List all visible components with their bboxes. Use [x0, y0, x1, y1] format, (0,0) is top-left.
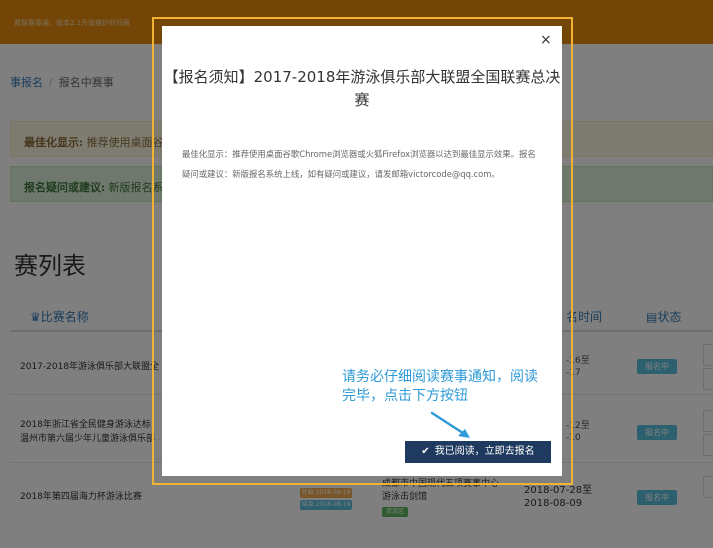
confirm-register-label: 我已阅读，立即去报名: [434, 446, 535, 457]
confirm-register-button[interactable]: ✔ 我已阅读，立即去报名: [405, 441, 551, 463]
registration-notice-modal: × 【报名须知】2017-2018年游泳俱乐部大联盟全国联赛总决赛 最佳化显示：…: [162, 26, 562, 476]
modal-title: 【报名须知】2017-2018年游泳俱乐部大联盟全国联赛总决赛: [163, 68, 561, 109]
close-icon[interactable]: ×: [540, 33, 552, 47]
hint-arrow-icon: [430, 411, 470, 438]
check-icon: ✔: [421, 446, 430, 457]
modal-body-text: 最佳化显示：推荐使用桌面谷歌Chrome浏览器或火狐Firefox浏览器以达到最…: [182, 149, 536, 179]
reading-hint: 请务必仔细阅读赛事通知，阅读完毕，点击下方按钮: [342, 369, 538, 404]
